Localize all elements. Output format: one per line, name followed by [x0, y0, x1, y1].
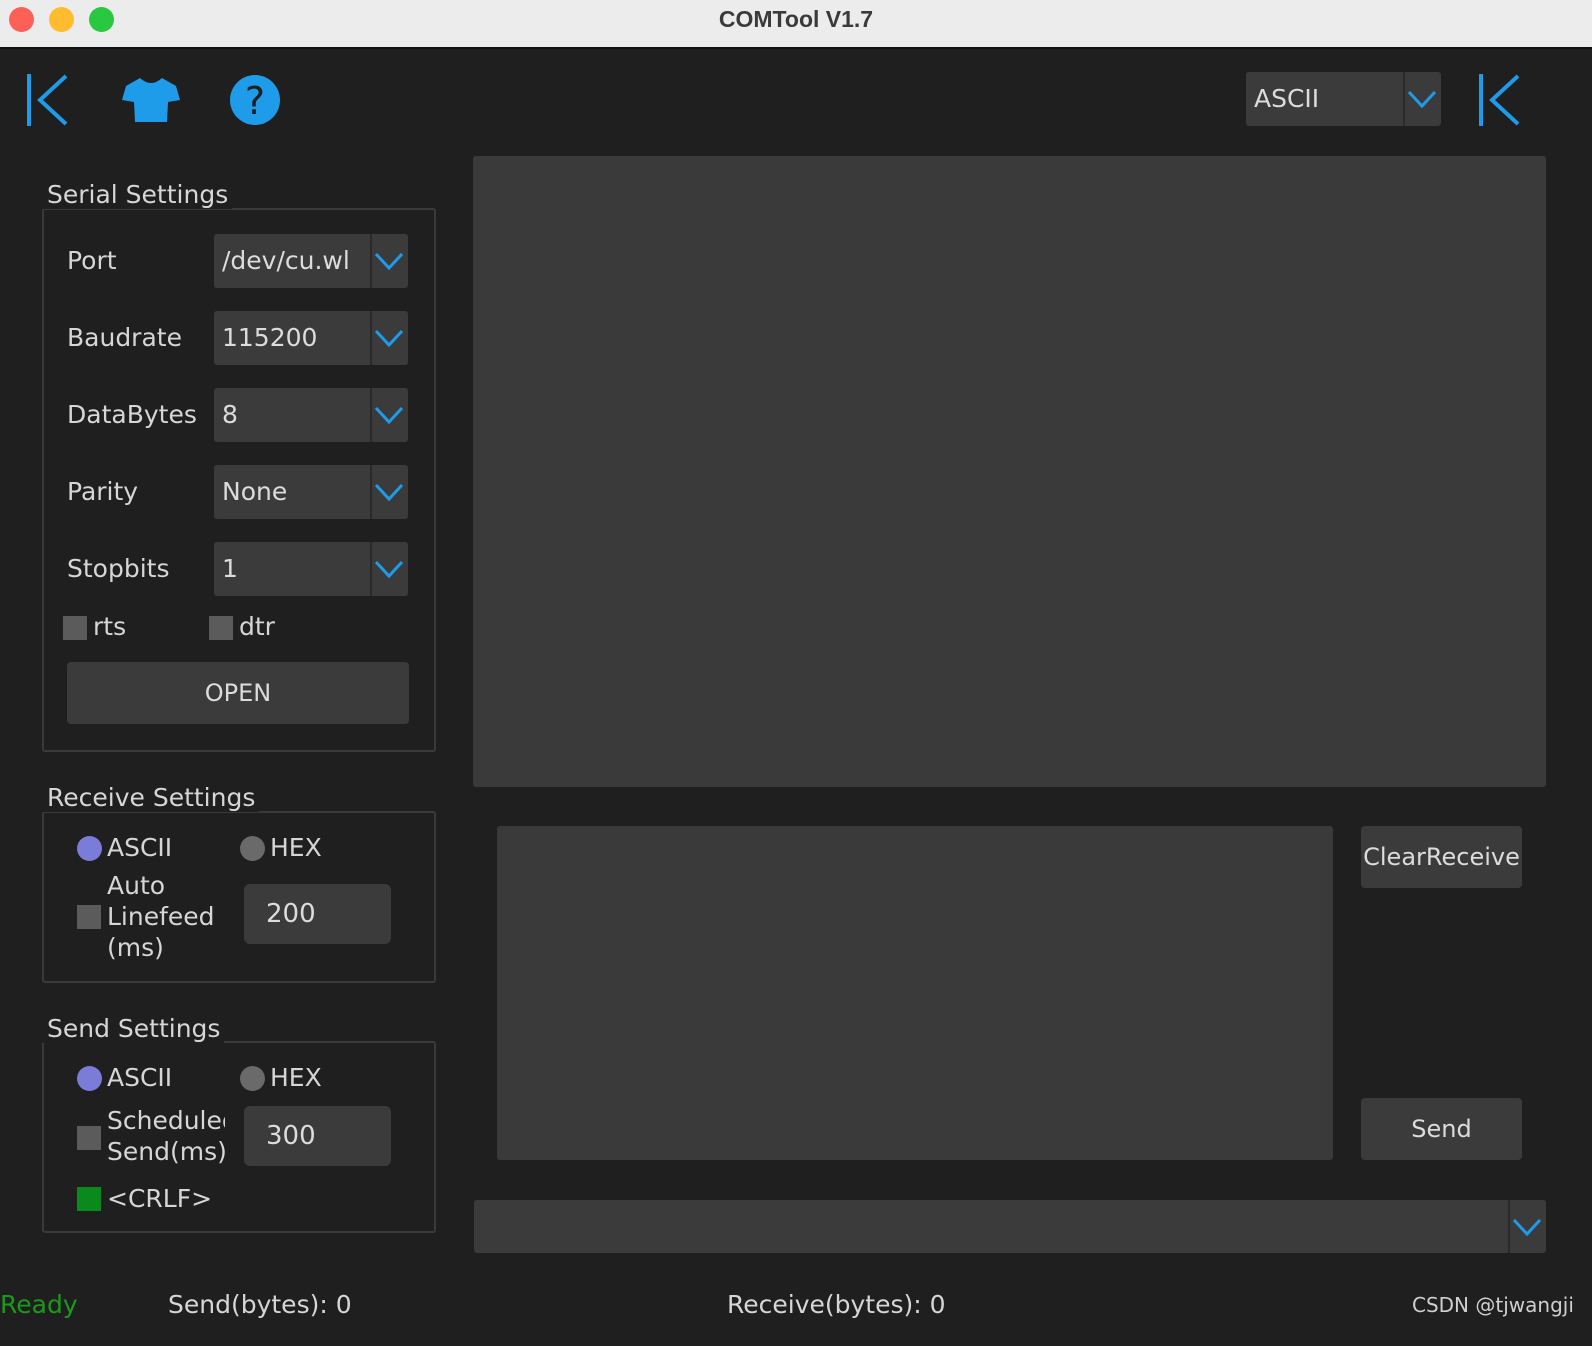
databytes-value: 8 — [222, 400, 238, 429]
encoding-value: ASCII — [1254, 84, 1320, 113]
port-select[interactable]: /dev/cu.wl — [214, 234, 408, 288]
dtr-checkbox[interactable] — [209, 616, 233, 640]
baudrate-value: 115200 — [222, 323, 318, 352]
auto-linefeed-checkbox[interactable] — [77, 905, 101, 929]
auto-linefeed-value: 200 — [266, 899, 316, 929]
send-button[interactable]: Send — [1361, 1098, 1522, 1160]
chevron-down-icon — [374, 252, 404, 271]
stopbits-select[interactable]: 1 — [214, 542, 408, 596]
rts-label: rts — [93, 612, 127, 641]
send-history-select[interactable] — [474, 1200, 1546, 1253]
auto-linefeed-label-line2: Linefeed — [107, 902, 215, 931]
serial-settings-title: Serial Settings — [43, 180, 233, 209]
scheduled-send-label-line2: Send(ms) — [107, 1137, 225, 1166]
port-label: Port — [67, 246, 117, 275]
chevron-down-icon — [374, 329, 404, 348]
send-bytes-counter: Send(bytes): 0 — [168, 1290, 352, 1319]
receive-hex-radio[interactable] — [240, 836, 265, 861]
crlf-label: <CRLF> — [107, 1184, 213, 1213]
receive-bytes-counter: Receive(bytes): 0 — [727, 1290, 946, 1319]
title-bar: COMTool V1.7 — [0, 0, 1592, 49]
stopbits-label: Stopbits — [67, 554, 170, 583]
crlf-checkbox[interactable] — [77, 1187, 101, 1211]
parity-value: None — [222, 477, 288, 506]
auto-linefeed-input[interactable]: 200 — [244, 884, 391, 944]
help-icon[interactable]: ? — [229, 74, 281, 126]
window-title: COMTool V1.7 — [718, 6, 874, 32]
auto-linefeed-label-line3: (ms) — [107, 933, 164, 962]
svg-text:?: ? — [245, 79, 265, 123]
auto-linefeed-label-line1: Auto — [107, 871, 166, 900]
collapse-right-icon[interactable] — [1476, 72, 1524, 128]
send-hex-label: HEX — [270, 1063, 322, 1092]
watermark: CSDN @tjwangji — [1412, 1293, 1574, 1317]
collapse-left-icon[interactable] — [24, 72, 72, 128]
baudrate-select[interactable]: 115200 — [214, 311, 408, 365]
receive-ascii-label: ASCII — [107, 833, 173, 862]
chevron-down-icon — [374, 406, 404, 425]
send-hex-radio[interactable] — [240, 1066, 265, 1091]
scheduled-send-value: 300 — [266, 1121, 316, 1151]
receive-hex-label: HEX — [270, 833, 322, 862]
scheduled-send-checkbox[interactable] — [77, 1126, 101, 1150]
parity-label: Parity — [67, 477, 139, 506]
scheduled-send-label-line1: Scheduled — [107, 1106, 225, 1135]
send-ascii-radio[interactable] — [77, 1066, 102, 1091]
chevron-down-icon — [1407, 90, 1437, 109]
databytes-select[interactable]: 8 — [214, 388, 408, 442]
receive-settings-title: Receive Settings — [43, 783, 260, 812]
receive-textarea[interactable] — [473, 156, 1546, 787]
chevron-down-icon — [374, 483, 404, 502]
parity-select[interactable]: None — [214, 465, 408, 519]
stopbits-value: 1 — [222, 554, 238, 583]
port-value: /dev/cu.wl — [222, 246, 350, 275]
clear-receive-button[interactable]: ClearReceive — [1361, 826, 1522, 888]
chevron-down-icon — [1512, 1218, 1542, 1237]
scheduled-send-input[interactable]: 300 — [244, 1106, 391, 1166]
skin-shirt-icon[interactable] — [122, 76, 180, 124]
databytes-label: DataBytes — [67, 400, 197, 429]
send-ascii-label: ASCII — [107, 1063, 173, 1092]
chevron-down-icon — [374, 560, 404, 579]
receive-ascii-radio[interactable] — [77, 836, 102, 861]
baudrate-label: Baudrate — [67, 323, 182, 352]
open-port-button[interactable]: OPEN — [67, 662, 409, 724]
status-ready: Ready — [0, 1290, 78, 1319]
dtr-label: dtr — [239, 612, 275, 641]
send-settings-title: Send Settings — [43, 1014, 225, 1043]
rts-checkbox[interactable] — [63, 616, 87, 640]
encoding-select[interactable]: ASCII — [1246, 72, 1441, 126]
send-textarea[interactable] — [497, 826, 1333, 1160]
